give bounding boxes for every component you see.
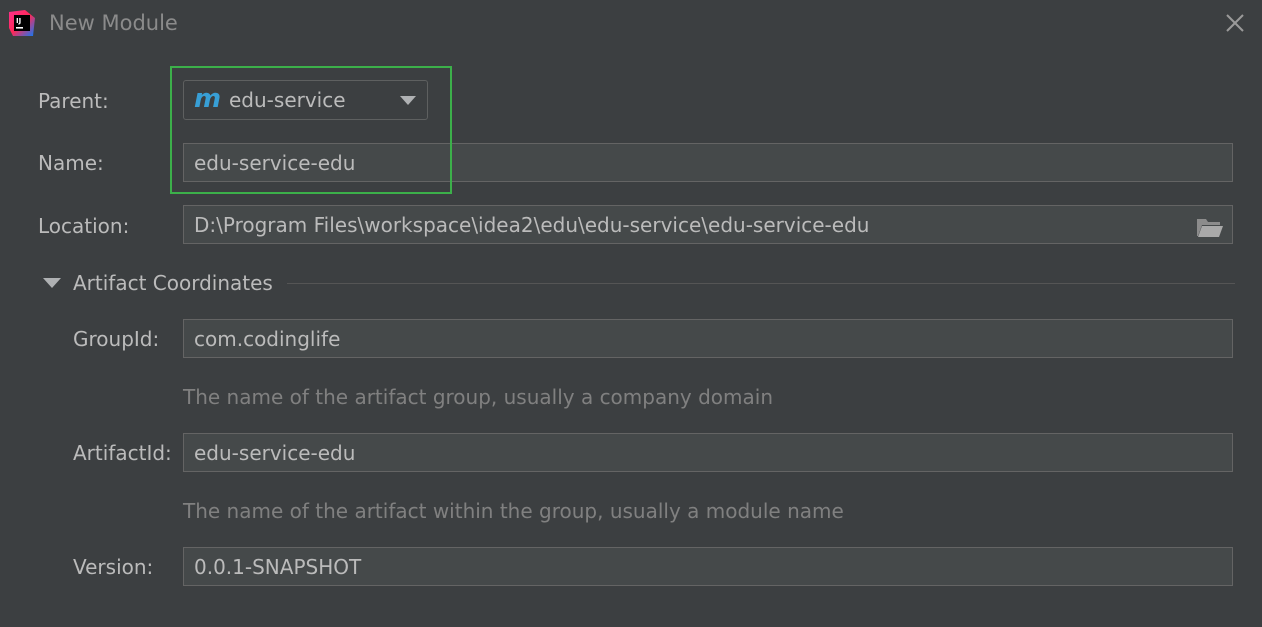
location-label: Location: [38, 214, 130, 238]
svg-text:IJ: IJ [16, 17, 21, 25]
window-title: New Module [49, 11, 178, 35]
artifact-coordinates-title[interactable]: Artifact Coordinates [73, 270, 273, 296]
close-icon[interactable] [1222, 10, 1248, 36]
artifactid-input[interactable] [183, 433, 1233, 472]
name-input[interactable] [183, 143, 1233, 182]
parent-dropdown[interactable]: m edu-service [183, 80, 428, 120]
parent-label: Parent: [38, 89, 109, 113]
maven-module-icon: m [194, 84, 222, 114]
intellij-idea-icon: IJ [9, 10, 35, 36]
title-bar: IJ New Module [0, 0, 1262, 46]
name-label: Name: [38, 151, 104, 175]
groupid-label: GroupId: [73, 327, 160, 351]
artifactid-label: ArtifactId: [73, 441, 172, 465]
groupid-input[interactable] [183, 319, 1233, 358]
groupid-hint: The name of the artifact group, usually … [183, 385, 773, 409]
collapse-triangle-icon[interactable] [43, 278, 61, 288]
parent-dropdown-value: edu-service [229, 88, 346, 112]
new-module-dialog: IJ New Module Parent: m edu-service Name… [0, 0, 1262, 627]
section-divider [287, 283, 1235, 284]
location-input[interactable] [183, 205, 1233, 244]
folder-icon[interactable] [1196, 216, 1224, 238]
version-label: Version: [73, 555, 154, 579]
artifactid-hint: The name of the artifact within the grou… [183, 499, 844, 523]
version-input[interactable] [183, 547, 1233, 586]
chevron-down-icon [400, 96, 416, 105]
